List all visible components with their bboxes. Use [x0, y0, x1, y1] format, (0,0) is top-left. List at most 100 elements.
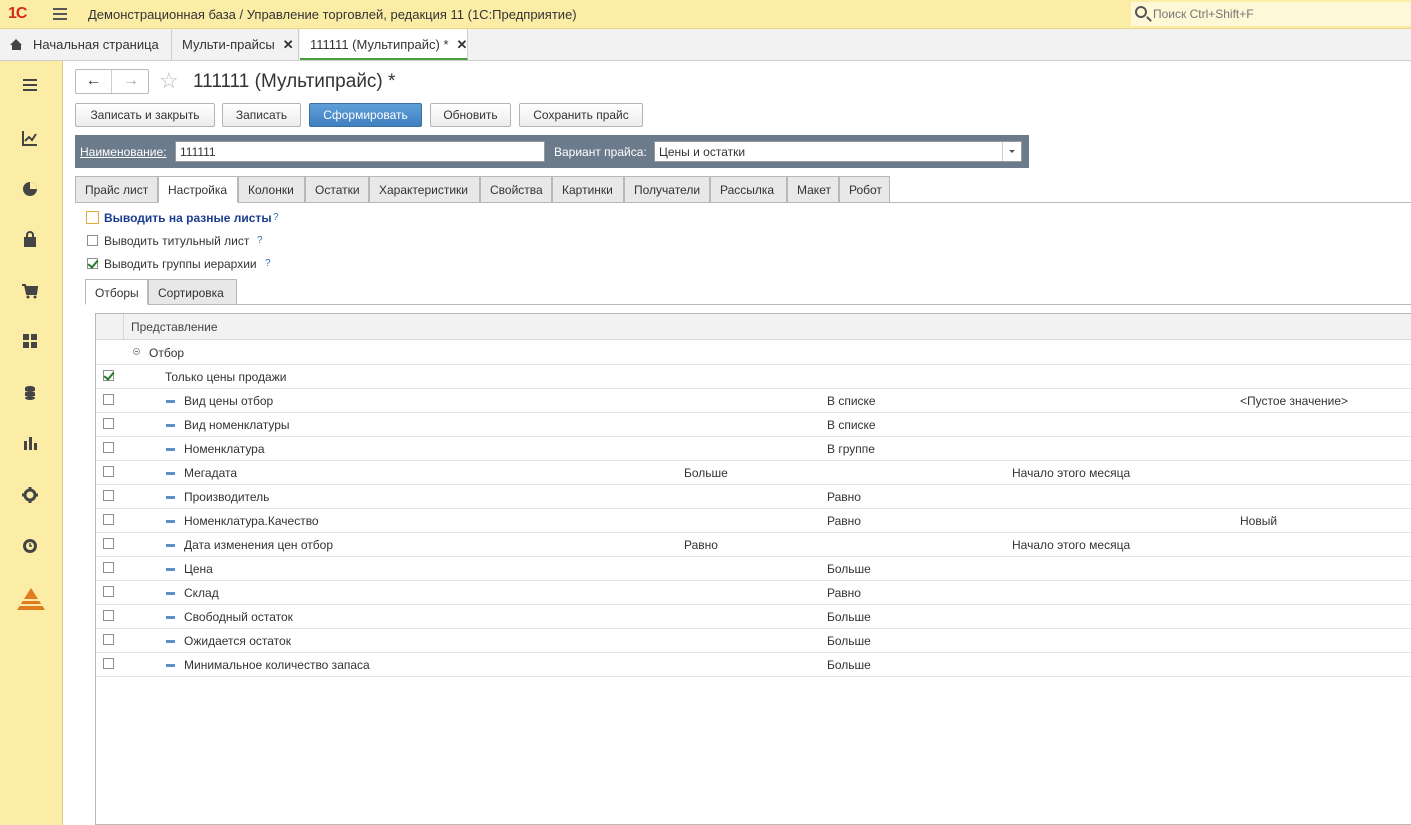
tab-stock[interactable]: Остатки: [305, 176, 369, 203]
main-menu-icon[interactable]: [53, 8, 67, 20]
table-row[interactable]: Номенклатура.Качество Равно Новый: [96, 509, 1411, 533]
menu-icon[interactable]: [21, 78, 39, 96]
forward-arrow-icon[interactable]: →: [113, 70, 149, 93]
sections-sidebar: [0, 61, 63, 825]
row-checkbox[interactable]: [103, 562, 114, 573]
row-checkbox[interactable]: [103, 442, 114, 453]
filter-condition[interactable]: Больше: [827, 562, 871, 576]
separate-sheets-checkbox[interactable]: [86, 211, 99, 224]
help-link[interactable]: ?: [257, 235, 263, 246]
tab-characteristics[interactable]: Характеристики: [369, 176, 480, 203]
bag-icon[interactable]: [21, 231, 39, 249]
tab-recipients[interactable]: Получатели: [624, 176, 710, 203]
coins-icon[interactable]: [21, 384, 39, 402]
chart-up-icon[interactable]: [21, 129, 39, 147]
variant-select[interactable]: Цены и остатки: [654, 141, 1022, 162]
filter-condition[interactable]: В группе: [827, 442, 875, 456]
filter-condition[interactable]: В списке: [827, 394, 876, 408]
tab-current-form[interactable]: 111111 (Мультипрайс) * ✕: [300, 29, 468, 60]
table-row[interactable]: Ожидается остаток Больше: [96, 629, 1411, 653]
filter-value[interactable]: Начало этого месяца: [1012, 538, 1130, 552]
name-field[interactable]: 111111: [175, 141, 545, 162]
filter-condition[interactable]: Равно: [827, 490, 861, 504]
tab-columns[interactable]: Колонки: [238, 176, 305, 203]
history-nav: ← →: [75, 69, 149, 94]
filter-value[interactable]: Начало этого месяца: [1012, 466, 1130, 480]
refresh-button[interactable]: Обновить: [430, 103, 511, 127]
filter-condition[interactable]: В списке: [827, 418, 876, 432]
filter-condition[interactable]: Больше: [827, 610, 871, 624]
row-checkbox[interactable]: [103, 586, 114, 597]
tab-robot[interactable]: Робот: [839, 176, 890, 203]
table-row[interactable]: Цена Больше: [96, 557, 1411, 581]
table-row[interactable]: Дата изменения цен отбор Равно Начало этог…: [96, 533, 1411, 557]
title-sheet-label[interactable]: Выводить титульный лист: [104, 234, 249, 248]
tab-layout[interactable]: Макет: [787, 176, 839, 203]
generate-button[interactable]: Сформировать: [309, 103, 422, 127]
table-row[interactable]: Мегадата Больше Начало этого месяца: [96, 461, 1411, 485]
tab-home[interactable]: Начальная страница: [0, 29, 172, 60]
row-checkbox[interactable]: [103, 370, 114, 381]
collapse-icon[interactable]: [133, 348, 140, 355]
gear-icon[interactable]: [21, 486, 39, 504]
cart-icon[interactable]: [21, 282, 39, 300]
tab-filters[interactable]: Отборы: [85, 279, 148, 305]
row-checkbox[interactable]: [103, 538, 114, 549]
close-icon[interactable]: ✕: [457, 37, 468, 52]
row-checkbox[interactable]: [103, 610, 114, 621]
separate-sheets-label[interactable]: Выводить на разные листы: [104, 211, 272, 225]
save-button[interactable]: Записать: [222, 103, 301, 127]
tab-properties[interactable]: Свойства: [480, 176, 552, 203]
table-group-row[interactable]: Отбор: [96, 341, 1411, 365]
filter-condition[interactable]: Равно: [827, 514, 861, 528]
hierarchy-groups-label[interactable]: Выводить группы иерархии: [104, 257, 257, 271]
tab-price-list[interactable]: Прайс лист: [75, 176, 158, 203]
table-row[interactable]: Производитель Равно: [96, 485, 1411, 509]
filter-condition[interactable]: Больше: [827, 658, 871, 672]
save-close-button[interactable]: Записать и закрыть: [75, 103, 215, 127]
filter-condition[interactable]: Равно: [827, 586, 861, 600]
filter-value[interactable]: <Пустое значение>: [1240, 394, 1348, 408]
tab-settings[interactable]: Настройка: [158, 176, 238, 203]
history-icon[interactable]: [21, 537, 39, 555]
column-header-presentation[interactable]: Представление: [131, 320, 218, 334]
favorite-star-icon[interactable]: ☆: [159, 69, 179, 93]
pyramid-icon[interactable]: [16, 587, 46, 611]
filter-condition[interactable]: Больше: [827, 634, 871, 648]
tab-multiprices[interactable]: Мульти-прайсы ✕: [172, 29, 299, 60]
row-checkbox[interactable]: [103, 634, 114, 645]
filter-value[interactable]: Новый: [1240, 514, 1277, 528]
table-row[interactable]: Свободный остаток Больше: [96, 605, 1411, 629]
table-row[interactable]: Минимальное количество запаса Больше: [96, 653, 1411, 677]
grid-icon[interactable]: [21, 333, 39, 351]
table-row[interactable]: Вид номенклатуры В списке: [96, 413, 1411, 437]
row-checkbox[interactable]: [103, 418, 114, 429]
title-sheet-checkbox[interactable]: [87, 235, 98, 246]
row-checkbox[interactable]: [103, 490, 114, 501]
row-checkbox[interactable]: [103, 658, 114, 669]
table-row[interactable]: Номенклатура В группе: [96, 437, 1411, 461]
row-checkbox[interactable]: [103, 514, 114, 525]
help-link[interactable]: ?: [273, 212, 279, 223]
back-arrow-icon[interactable]: ←: [76, 70, 112, 93]
pie-icon[interactable]: [21, 180, 39, 198]
row-checkbox[interactable]: [103, 394, 114, 405]
search-input[interactable]: [1153, 4, 1403, 24]
name-label[interactable]: Наименование:: [80, 145, 167, 159]
bar-chart-icon[interactable]: [21, 435, 39, 453]
save-price-button[interactable]: Сохранить прайс: [519, 103, 643, 127]
row-checkbox[interactable]: [103, 466, 114, 477]
table-row[interactable]: Вид цены отбор В списке <Пустое значение>: [96, 389, 1411, 413]
filter-condition[interactable]: Равно: [684, 538, 718, 552]
tab-pictures[interactable]: Картинки: [552, 176, 624, 203]
global-search[interactable]: [1131, 2, 1411, 26]
hierarchy-groups-checkbox[interactable]: [87, 258, 98, 269]
filter-condition[interactable]: Больше: [684, 466, 728, 480]
table-row[interactable]: Только цены продажи: [96, 365, 1411, 389]
table-row[interactable]: Склад Равно: [96, 581, 1411, 605]
close-icon[interactable]: ✕: [283, 37, 294, 52]
tab-sorting[interactable]: Сортировка: [148, 279, 237, 305]
help-link[interactable]: ?: [265, 258, 271, 269]
chevron-down-icon[interactable]: [1002, 142, 1021, 161]
tab-mailing[interactable]: Рассылка: [710, 176, 787, 203]
